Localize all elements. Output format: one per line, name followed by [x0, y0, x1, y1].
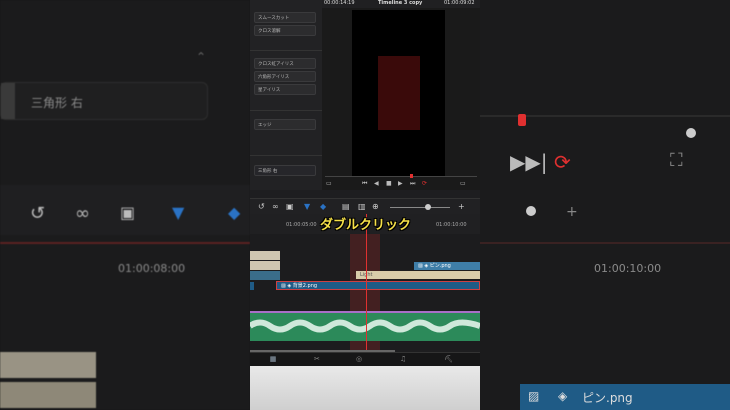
bg-playhead [518, 114, 526, 126]
bg-toolbar: ↺ ∞ ▣ ▼ ◆ [0, 185, 250, 235]
snap-icon: ↺ [30, 203, 46, 224]
clip-pin[interactable]: ▨ ◈ ピン.png [414, 262, 480, 270]
divider [250, 155, 322, 156]
fullscreen-icon: ⛶ [670, 150, 683, 171]
snap-icon[interactable]: ↺ [258, 202, 265, 211]
ruler-timecode-left: 01:00:05:00 [286, 222, 317, 228]
viewer-timecode-left: 00:00:14:19 [324, 0, 355, 6]
scrub-bar[interactable] [325, 176, 477, 177]
timeline-toolbar: ↺ ∞ ▣ ▼ ◆ ▤ ▥ ⊕ + [250, 198, 480, 215]
clip-main[interactable]: ▨ ◈ 背景2.png [276, 281, 480, 290]
zoom-slider-knob[interactable] [425, 204, 431, 210]
audio-clip[interactable] [250, 311, 480, 341]
zoom-slider-track[interactable] [390, 207, 450, 208]
link-icon[interactable]: ∞ [272, 202, 279, 211]
first-frame-icon[interactable]: ⏮ [362, 180, 367, 188]
video-preview[interactable] [352, 10, 445, 176]
audio-clip-top-line [250, 311, 480, 313]
track-clip-stub[interactable] [250, 271, 280, 280]
flag-icon: ▼ [172, 203, 185, 222]
effect-item[interactable]: 星アイリス [254, 84, 316, 95]
last-frame-icon[interactable]: ⏭ [410, 180, 415, 188]
chevron-up-icon: ⌃ [196, 50, 207, 64]
effect-item[interactable]: スムースカット [254, 12, 316, 23]
track-clip-stub[interactable] [250, 251, 280, 260]
marker-icon: ◆ [228, 203, 241, 222]
bg-ruler-line-right [480, 242, 730, 244]
clip-pin-label: ピン.png [429, 263, 451, 269]
image-icon: ▨ ◈ [281, 283, 293, 289]
effects-panel: スムースカット クロス溶解 クロス虹アイリス 六角形アイリス 星アイリス エッジ… [250, 0, 323, 190]
timeline: 01:00:05:00 01:00:10:00 ▨ ◈ ピン.png Light… [250, 214, 480, 352]
zoom-full-icon[interactable]: ▤ [342, 202, 350, 211]
bg-effect-label: 三角形 右 [31, 96, 83, 110]
caption-text: ダブルクリック [320, 218, 412, 233]
viewer: 00:00:14:19 Timeline 3 copy 01:00:09:02 … [322, 0, 480, 190]
viewer-options-icon[interactable]: ▭ [326, 180, 332, 187]
clip-main-label: 背景2.png [292, 283, 318, 289]
lock-icon: ▣ [120, 203, 136, 222]
zoom-detail-icon[interactable]: ▥ [358, 202, 366, 211]
clip-title[interactable]: Light [356, 271, 480, 279]
flag-icon[interactable]: ▼ [304, 202, 310, 211]
bg-volume-knob [686, 128, 696, 138]
effect-item[interactable]: クロス溶解 [254, 25, 316, 36]
bg-timecode: 01:00:08:00 [118, 262, 186, 275]
viewer-header: 00:00:14:19 Timeline 3 copy 01:00:09:02 [322, 0, 480, 8]
link-icon: ∞ [75, 203, 90, 224]
divider [250, 110, 322, 111]
track-clip-stub[interactable] [250, 261, 280, 270]
fullscreen-icon[interactable]: ▭ [460, 180, 466, 187]
bg-clip-pin: ▨ ◈ ピン.png [520, 384, 730, 410]
preview-clip-shape [378, 56, 420, 130]
lower-blank-area [250, 366, 480, 410]
tab-fairlight-icon[interactable]: ♫ [400, 355, 406, 363]
play-icon[interactable]: ▶ [398, 180, 403, 187]
bg-timecode-right: 01:00:10:00 [594, 262, 662, 275]
effect-item[interactable]: クロス虹アイリス [254, 58, 316, 69]
marker-icon[interactable]: ◆ [320, 202, 326, 211]
image-icon: ▨ ◈ [418, 263, 430, 269]
transport-controls: ▭ ⏮ ◀ ■ ▶ ⏭ ⟳ ▭ [322, 178, 480, 190]
loop-icon[interactable]: ⟳ [422, 180, 427, 187]
lock-icon[interactable]: ▣ [286, 202, 294, 211]
effect-item[interactable]: 六角形アイリス [254, 71, 316, 82]
prev-frame-icon[interactable]: ◀ [374, 180, 379, 187]
image-icon: ▨ [528, 389, 540, 403]
ruler-timecode-right: 01:00:10:00 [436, 222, 467, 228]
bg-clip-beige-2 [0, 382, 96, 408]
effect-item[interactable]: エッジ [254, 119, 316, 130]
bg-effect-item: 三角形 右 [0, 82, 208, 120]
playhead-line[interactable] [366, 214, 367, 350]
bg-effect-thumb [1, 83, 15, 119]
plus-icon: + [566, 204, 578, 220]
bg-clip-beige [0, 352, 96, 378]
zoom-custom-icon[interactable]: ⊕ [372, 202, 379, 211]
bg-ruler-line [0, 242, 250, 244]
phone-screen: スムースカット クロス溶解 クロス虹アイリス 六角形アイリス 星アイリス エッジ… [250, 0, 480, 410]
next-frame-icon: ▶▶| [510, 150, 548, 174]
viewer-timecode-right: 01:00:09:02 [444, 0, 475, 6]
diamond-icon: ◈ [558, 389, 568, 403]
stop-icon[interactable]: ■ [386, 180, 392, 187]
audio-waveform [250, 319, 480, 333]
tab-cut-icon[interactable]: ✂ [314, 355, 320, 363]
timeline-title[interactable]: Timeline 3 copy [378, 0, 422, 6]
background-left-blur: 三角形 右 ⌃ ↺ ∞ ▣ ▼ ◆ 01:00:08:00 [0, 0, 250, 410]
zoom-in-icon[interactable]: + [458, 202, 465, 211]
divider [250, 50, 322, 51]
loop-icon: ⟳ [554, 150, 571, 174]
tab-color-icon[interactable]: ◎ [356, 355, 362, 363]
bg-zoom-knob [526, 206, 536, 216]
tab-deliver-icon[interactable]: ⛏ [444, 355, 453, 363]
page-tabs: ▦ ✂ ◎ ♫ ⛏ [250, 352, 480, 369]
track-clip-stub[interactable] [250, 282, 254, 290]
bg-clip-pin-label: ピン.png [582, 391, 633, 405]
background-right-blur: ▶▶| ⟳ ⛶ + 01:00:10:00 ▨ ◈ ピン.png [480, 0, 730, 410]
effect-item[interactable]: 三角形 右 [254, 165, 316, 176]
